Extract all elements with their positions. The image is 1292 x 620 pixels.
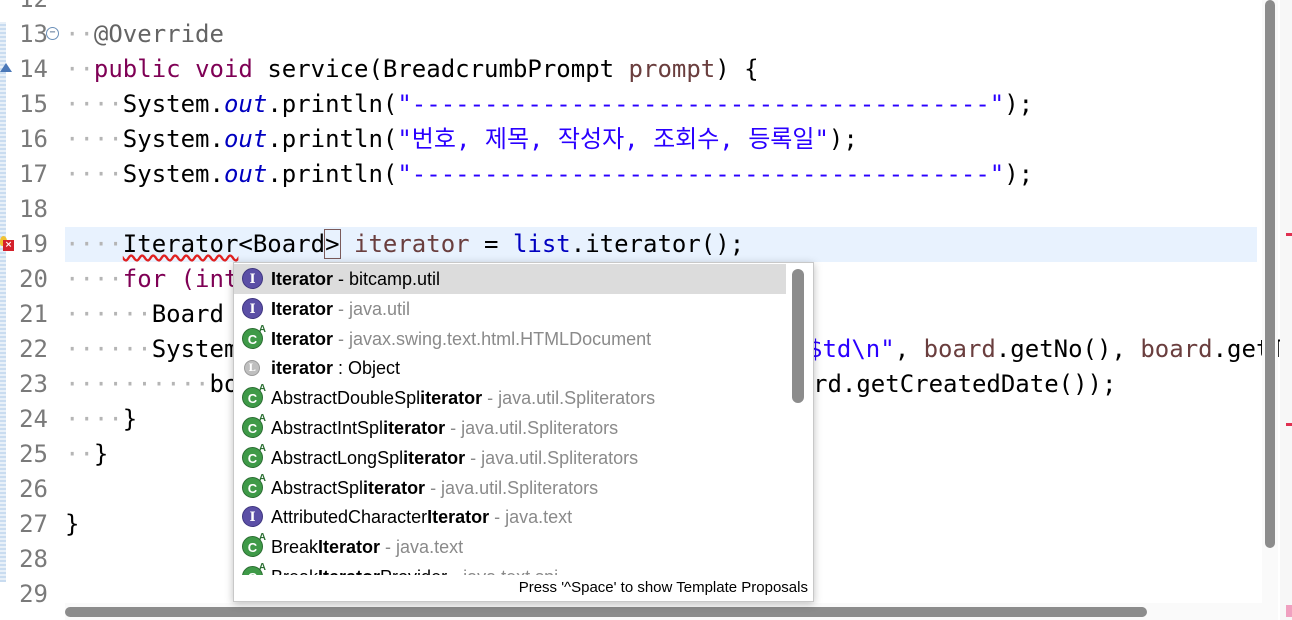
proposal-list[interactable]: I Iterator - bitcamp.util I Iterator - java…: [234, 263, 786, 575]
abstract-class-icon: CA: [242, 443, 266, 468]
proposal-item[interactable]: C A AbstractIntSpliterator - java.util.Spl…: [234, 413, 786, 443]
line-number: 28: [19, 545, 48, 573]
line-number: 14: [19, 55, 48, 83]
line-number: 26: [19, 475, 48, 503]
vertical-scrollbar[interactable]: [1262, 0, 1278, 620]
abstract-marker: A: [258, 562, 266, 573]
abstract-marker: A: [258, 532, 266, 544]
proposal-item[interactable]: C A AbstractSpliterator - java.util.Splite…: [234, 473, 786, 503]
line-number: 22: [19, 335, 48, 363]
overview-ruler[interactable]: [1280, 0, 1292, 620]
code-line-15: ····System.out.println("----------------…: [65, 90, 1034, 118]
override-indicator-icon: [0, 63, 12, 72]
code-line-19: ····Iterator<Board> iterator = list.iter…: [65, 229, 745, 259]
proposal-item[interactable]: I Iterator - bitcamp.util: [234, 264, 786, 294]
overview-error-indicator: [1286, 605, 1292, 617]
proposal-label: Iterator - bitcamp.util: [271, 269, 441, 289]
abstract-class-icon: CA: [242, 383, 266, 409]
proposal-item[interactable]: C A Iterator - javax.swing.text.html.HTMLD…: [234, 324, 786, 354]
code-line-27: }: [65, 510, 80, 538]
code-line-23-tail: rd.getCreatedDate());: [813, 370, 1117, 398]
collapse-icon[interactable]: −: [46, 27, 59, 40]
line-number: 15: [19, 90, 48, 118]
proposal-item[interactable]: C A BreakIterator - java.text: [234, 532, 786, 562]
code-line-20: ····for (int: [65, 265, 239, 293]
interface-icon: I: [242, 506, 263, 528]
proposal-item[interactable]: C A AbstractDoubleSpliterator - java.util.…: [234, 383, 786, 413]
proposal-label: AbstractIntSpliterator - java.util.Split…: [271, 418, 619, 438]
code-line-13: ··@Override: [65, 20, 224, 48]
line-number: 18: [19, 195, 48, 223]
interface-icon: I: [242, 297, 263, 319]
proposal-label: iterator : Object: [271, 358, 401, 379]
vertical-scroll-thumb[interactable]: [1265, 0, 1275, 548]
abstract-marker: A: [258, 472, 266, 484]
proposal-label: AttributedCharacterIterator - java.text: [271, 507, 573, 528]
line-number: 23: [19, 370, 48, 398]
code-line-25: ··}: [65, 440, 109, 468]
popup-scrollbar[interactable]: [791, 267, 805, 573]
code-line-22: ······System: [65, 335, 239, 363]
line-number: 21: [19, 300, 48, 328]
line-number: 19: [19, 230, 48, 258]
error-underline: Iterator: [122, 230, 239, 258]
abstract-marker: A: [258, 323, 266, 335]
line-number: 20: [19, 265, 48, 293]
abstract-marker: A: [258, 413, 266, 424]
proposal-label: AbstractLongSpliterator - java.util.Spli…: [271, 447, 639, 468]
abstract-class-icon: CA: [242, 413, 266, 438]
proposal-item[interactable]: Literator : Object: [234, 353, 786, 383]
line-number: 29: [19, 580, 48, 608]
code-line-22-tail: $td\n", board.getNo(), board.getT: [808, 335, 1285, 363]
code-line-23: ··········bo: [65, 370, 239, 398]
abstract-class-icon: CA: [242, 562, 266, 575]
horizontal-scroll-thumb[interactable]: [65, 607, 1147, 617]
code-line-24: ····}: [65, 405, 138, 433]
abstract-class-icon: CA: [242, 532, 266, 558]
error-marker[interactable]: [1286, 423, 1292, 426]
proposal-label: Iterator - java.util: [271, 298, 411, 319]
proposal-label: AbstractDoubleSpliterator - java.util.Sp…: [271, 388, 656, 409]
popup-status-hint: Press '^Space' to show Template Proposal…: [518, 579, 808, 596]
line-number: 12: [14, 0, 48, 17]
proposal-item[interactable]: C A AbstractLongSpliterator - java.util.Sp…: [234, 443, 786, 473]
proposal-item[interactable]: I Iterator - java.util: [234, 294, 786, 324]
abstract-marker: A: [258, 442, 266, 454]
code-line-21: ······Board: [65, 300, 224, 328]
abstract-class-icon: CA: [242, 473, 266, 498]
proposal-label: BreakIterator - java.text: [271, 537, 464, 558]
line-number: 24: [19, 405, 48, 433]
proposal-label: AbstractSpliterator - java.util.Splitera…: [271, 477, 599, 498]
proposal-item[interactable]: I AttributedCharacterIterator - java.text: [234, 502, 786, 532]
proposal-label: BreakIteratorProvider - java.text.spi: [271, 562, 558, 575]
code-line-17: ····System.out.println("----------------…: [65, 160, 1034, 188]
popup-scroll-thumb[interactable]: [792, 269, 804, 403]
line-number: 27: [19, 510, 48, 538]
line-number: 17: [19, 160, 48, 188]
proposal-item[interactable]: CA BreakIteratorProvider - java.text.spi: [234, 562, 786, 575]
line-number: 13: [19, 20, 48, 48]
error-marker[interactable]: [1286, 233, 1292, 236]
error-quickfix-icon[interactable]: ×: [0, 236, 14, 251]
code-line-16: ····System.out.println("번호, 제목, 작성자, 조회수…: [65, 125, 858, 153]
proposal-label: Iterator - javax.swing.text.html.HTMLDoc…: [271, 328, 652, 349]
horizontal-scrollbar[interactable]: [65, 603, 1262, 620]
abstract-marker: A: [258, 383, 266, 395]
content-assist-popup[interactable]: I Iterator - bitcamp.util I Iterator - java…: [233, 262, 814, 602]
line-number: 25: [19, 440, 48, 468]
line-number: 16: [19, 125, 48, 153]
interface-icon: I: [242, 268, 263, 289]
local-variable-icon: L: [242, 357, 263, 378]
change-ruler: [0, 22, 6, 582]
abstract-class-icon: CA: [242, 324, 266, 349]
code-line-14: ··public void service(BreadcrumbPrompt p…: [65, 55, 759, 83]
